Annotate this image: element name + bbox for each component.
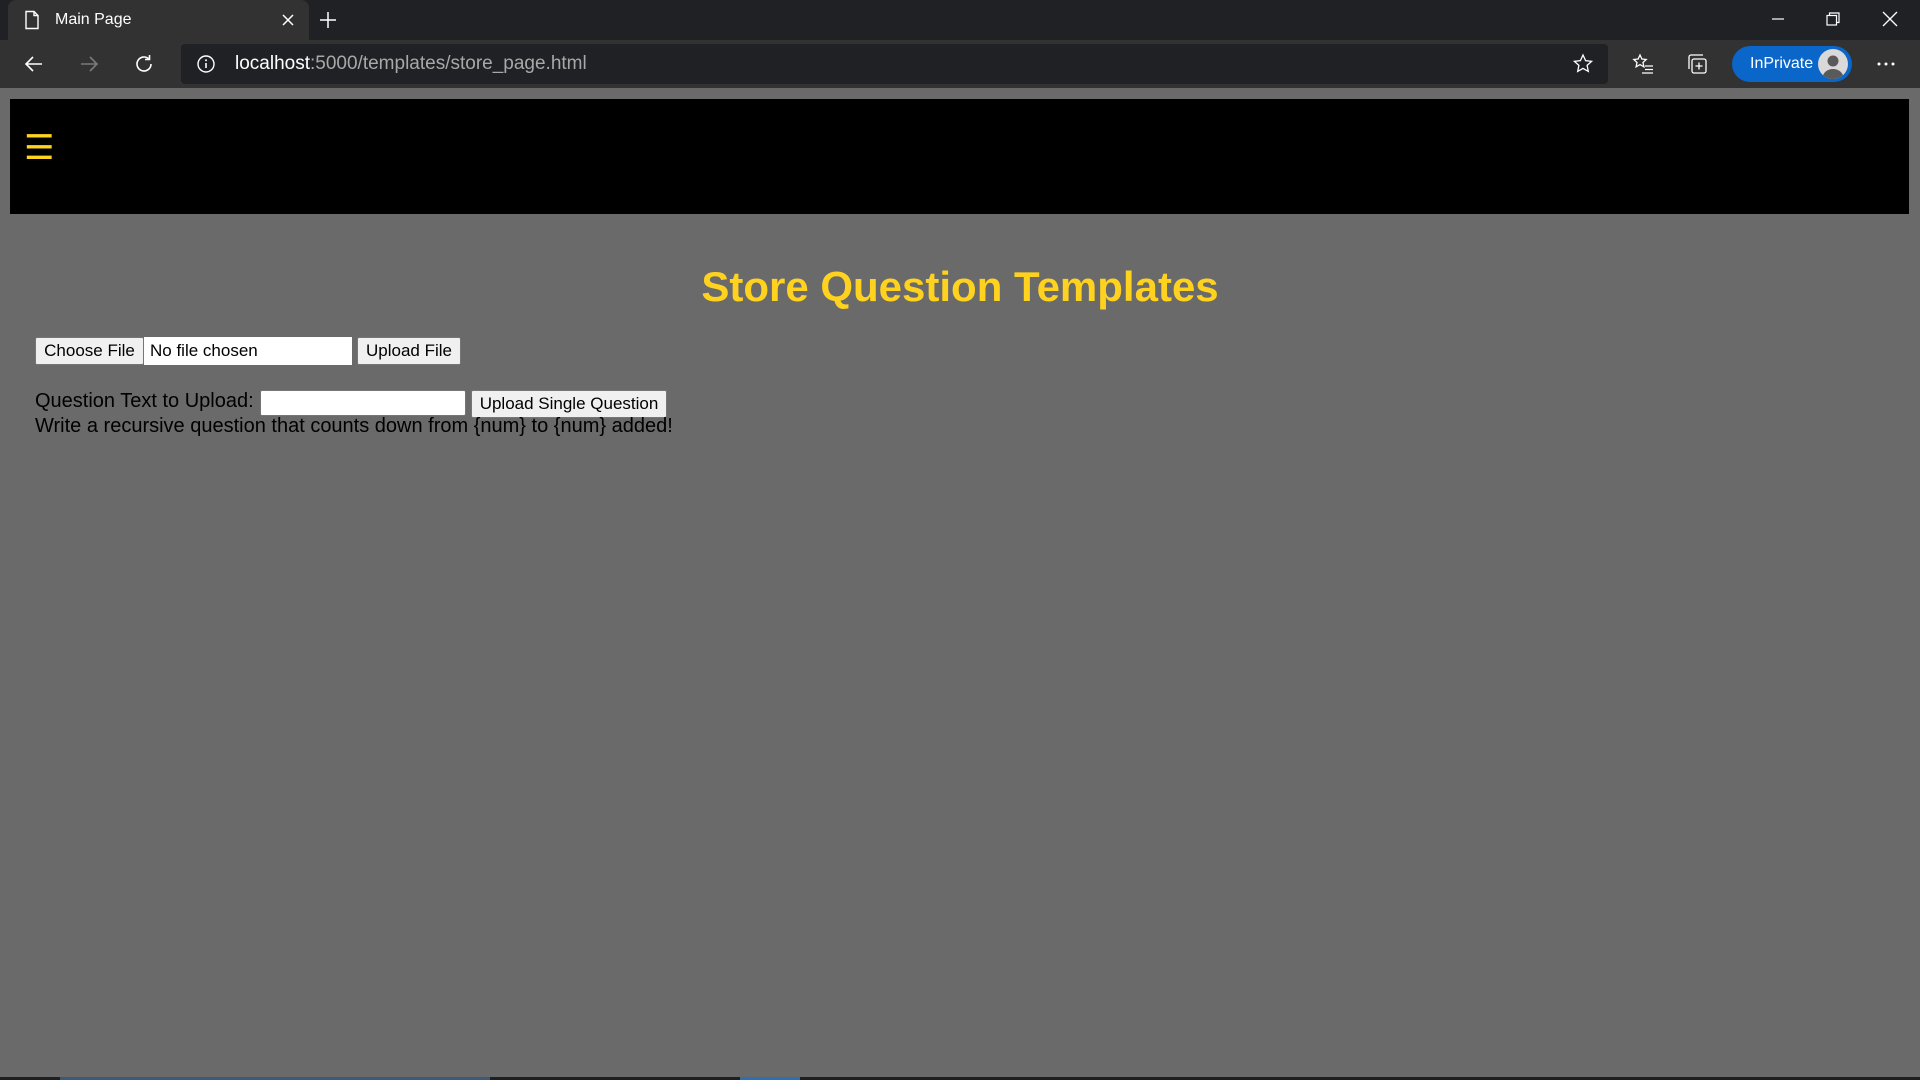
browser-toolbar: localhost:5000/templates/store_page.html… (0, 40, 1920, 88)
page-viewport: ☰ Store Question Templates Choose File N… (0, 88, 1920, 1080)
favorite-star-icon[interactable] (1572, 53, 1594, 75)
upload-single-question-button[interactable]: Upload Single Question (471, 390, 667, 418)
choose-file-button[interactable]: Choose File (35, 337, 144, 365)
page-icon (25, 10, 39, 30)
favorites-icon[interactable] (1631, 52, 1655, 76)
close-icon (1882, 11, 1898, 27)
tab-strip: Main Page (0, 0, 1920, 40)
close-tab-icon[interactable] (280, 12, 296, 28)
minimize-icon (1772, 18, 1784, 20)
restore-icon (1826, 12, 1840, 26)
url-host: localhost (235, 53, 310, 74)
browser-tab[interactable]: Main Page (8, 0, 309, 40)
close-window-button[interactable] (1862, 0, 1918, 38)
url-text[interactable]: localhost:5000/templates/store_page.html (235, 53, 587, 75)
question-text-label: Question Text to Upload: (35, 390, 254, 412)
hamburger-menu-icon[interactable]: ☰ (24, 131, 54, 165)
info-icon[interactable] (196, 54, 216, 74)
url-path: :5000/templates/store_page.html (310, 53, 587, 74)
file-status-text: No file chosen (144, 337, 352, 365)
new-tab-icon[interactable] (318, 10, 338, 30)
more-options-icon[interactable] (1874, 52, 1898, 76)
address-bar[interactable]: localhost:5000/templates/store_page.html (181, 44, 1608, 84)
upload-file-button[interactable]: Upload File (357, 337, 461, 365)
avatar (1818, 49, 1848, 79)
site-header: ☰ (10, 99, 1909, 214)
forward-arrow-icon[interactable] (77, 52, 101, 76)
page-title: Store Question Templates (701, 263, 1219, 310)
collections-icon[interactable] (1686, 52, 1710, 76)
question-text-input[interactable] (260, 390, 466, 416)
tab-title: Main Page (55, 11, 132, 28)
refresh-icon[interactable] (132, 52, 156, 76)
back-arrow-icon[interactable] (22, 52, 46, 76)
inprivate-profile-button[interactable]: InPrivate (1732, 46, 1852, 82)
upload-status-message: Write a recursive question that counts d… (35, 415, 673, 437)
inprivate-label: InPrivate (1750, 55, 1814, 72)
minimize-button[interactable] (1750, 0, 1806, 38)
user-silhouette-icon (1822, 55, 1844, 79)
restore-button[interactable] (1805, 0, 1861, 38)
